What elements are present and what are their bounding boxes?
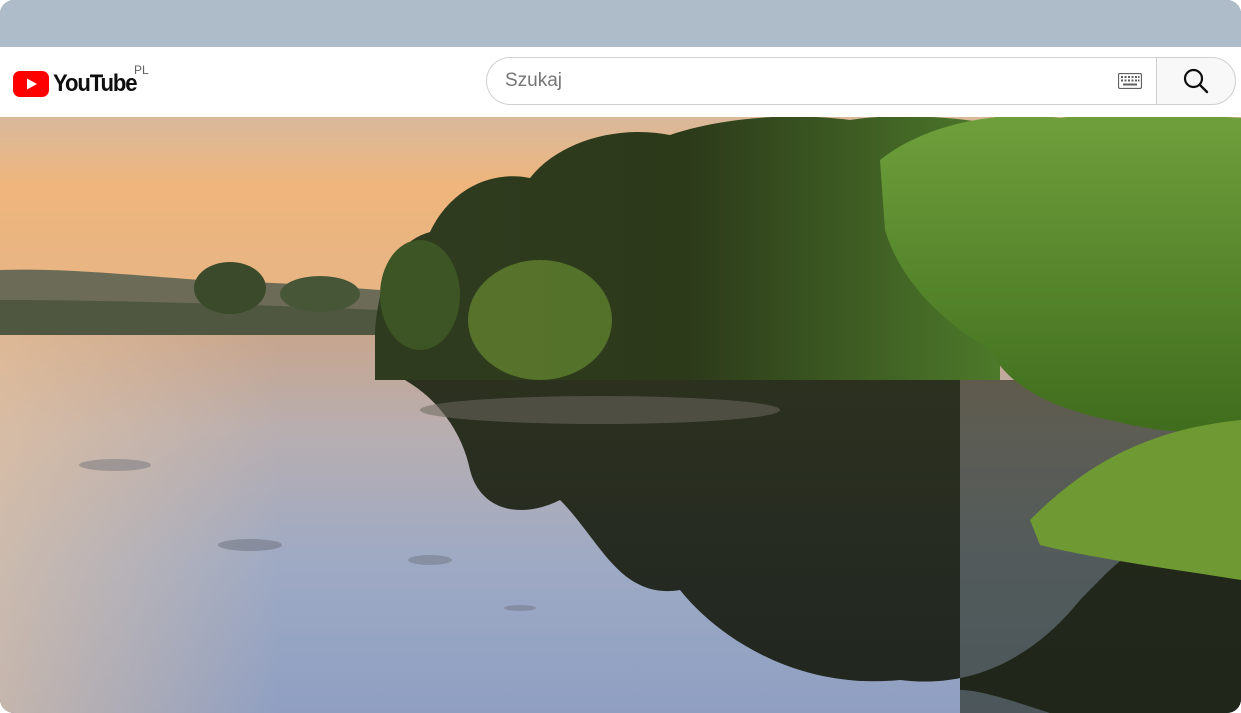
search-icon [1183,68,1209,94]
masthead: YouTube PL [0,47,1241,117]
logo-wordmark: YouTube [53,70,138,97]
youtube-logo[interactable]: YouTube [13,69,144,99]
country-code: PL [134,63,149,77]
keyboard-icon[interactable] [1118,73,1142,89]
search-box [486,57,1156,105]
youtube-play-icon [13,71,49,97]
search-input[interactable] [505,58,1105,104]
search-button[interactable] [1156,57,1236,105]
youtube-page: YouTube PL [0,0,1241,713]
